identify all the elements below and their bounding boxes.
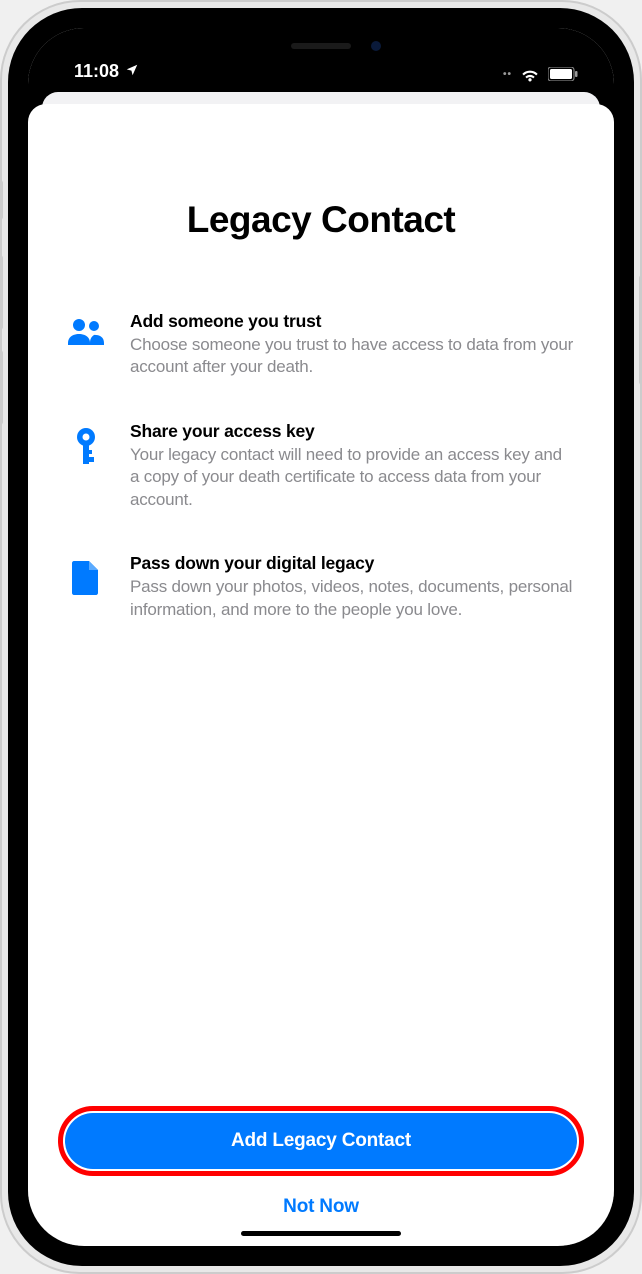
feature-desc: Choose someone you trust to have access …: [130, 334, 574, 379]
wifi-icon: [520, 66, 540, 82]
feature-list: Add someone you trust Choose someone you…: [58, 311, 584, 621]
volume-down-button: [0, 350, 3, 425]
speaker-grille: [291, 43, 351, 49]
not-now-button[interactable]: Not Now: [283, 1196, 359, 1218]
volume-up-button: [0, 255, 3, 330]
front-camera: [371, 41, 381, 51]
feature-title: Share your access key: [130, 421, 574, 442]
phone-frame: 11:08 •• Legac: [0, 0, 642, 1274]
document-icon: [64, 553, 108, 597]
notch: [191, 28, 451, 64]
page-title: Legacy Contact: [58, 199, 584, 241]
legacy-contact-sheet: Legacy Contact: [28, 104, 614, 1246]
feature-item-document: Pass down your digital legacy Pass down …: [64, 553, 574, 621]
key-icon: [64, 421, 108, 467]
mute-switch: [0, 180, 3, 220]
location-arrow-icon: [125, 61, 139, 82]
feature-desc: Pass down your photos, videos, notes, do…: [130, 576, 574, 621]
battery-icon: [548, 67, 578, 81]
add-legacy-contact-button[interactable]: Add Legacy Contact: [65, 1113, 577, 1169]
feature-item-trust: Add someone you trust Choose someone you…: [64, 311, 574, 379]
cellular-dots-icon: ••: [503, 69, 512, 80]
bottom-actions: Add Legacy Contact Not Now: [58, 1106, 584, 1246]
feature-title: Pass down your digital legacy: [130, 553, 574, 574]
people-icon: [64, 311, 108, 345]
screen: 11:08 •• Legac: [28, 28, 614, 1246]
feature-title: Add someone you trust: [130, 311, 574, 332]
home-indicator[interactable]: [241, 1231, 401, 1236]
modal-backdrop: Legacy Contact: [28, 86, 614, 1246]
feature-desc: Your legacy contact will need to provide…: [130, 444, 574, 511]
phone-bezel: 11:08 •• Legac: [8, 8, 634, 1266]
annotation-highlight-ring: Add Legacy Contact: [58, 1106, 584, 1176]
status-time: 11:08: [74, 61, 119, 82]
feature-item-key: Share your access key Your legacy contac…: [64, 421, 574, 511]
